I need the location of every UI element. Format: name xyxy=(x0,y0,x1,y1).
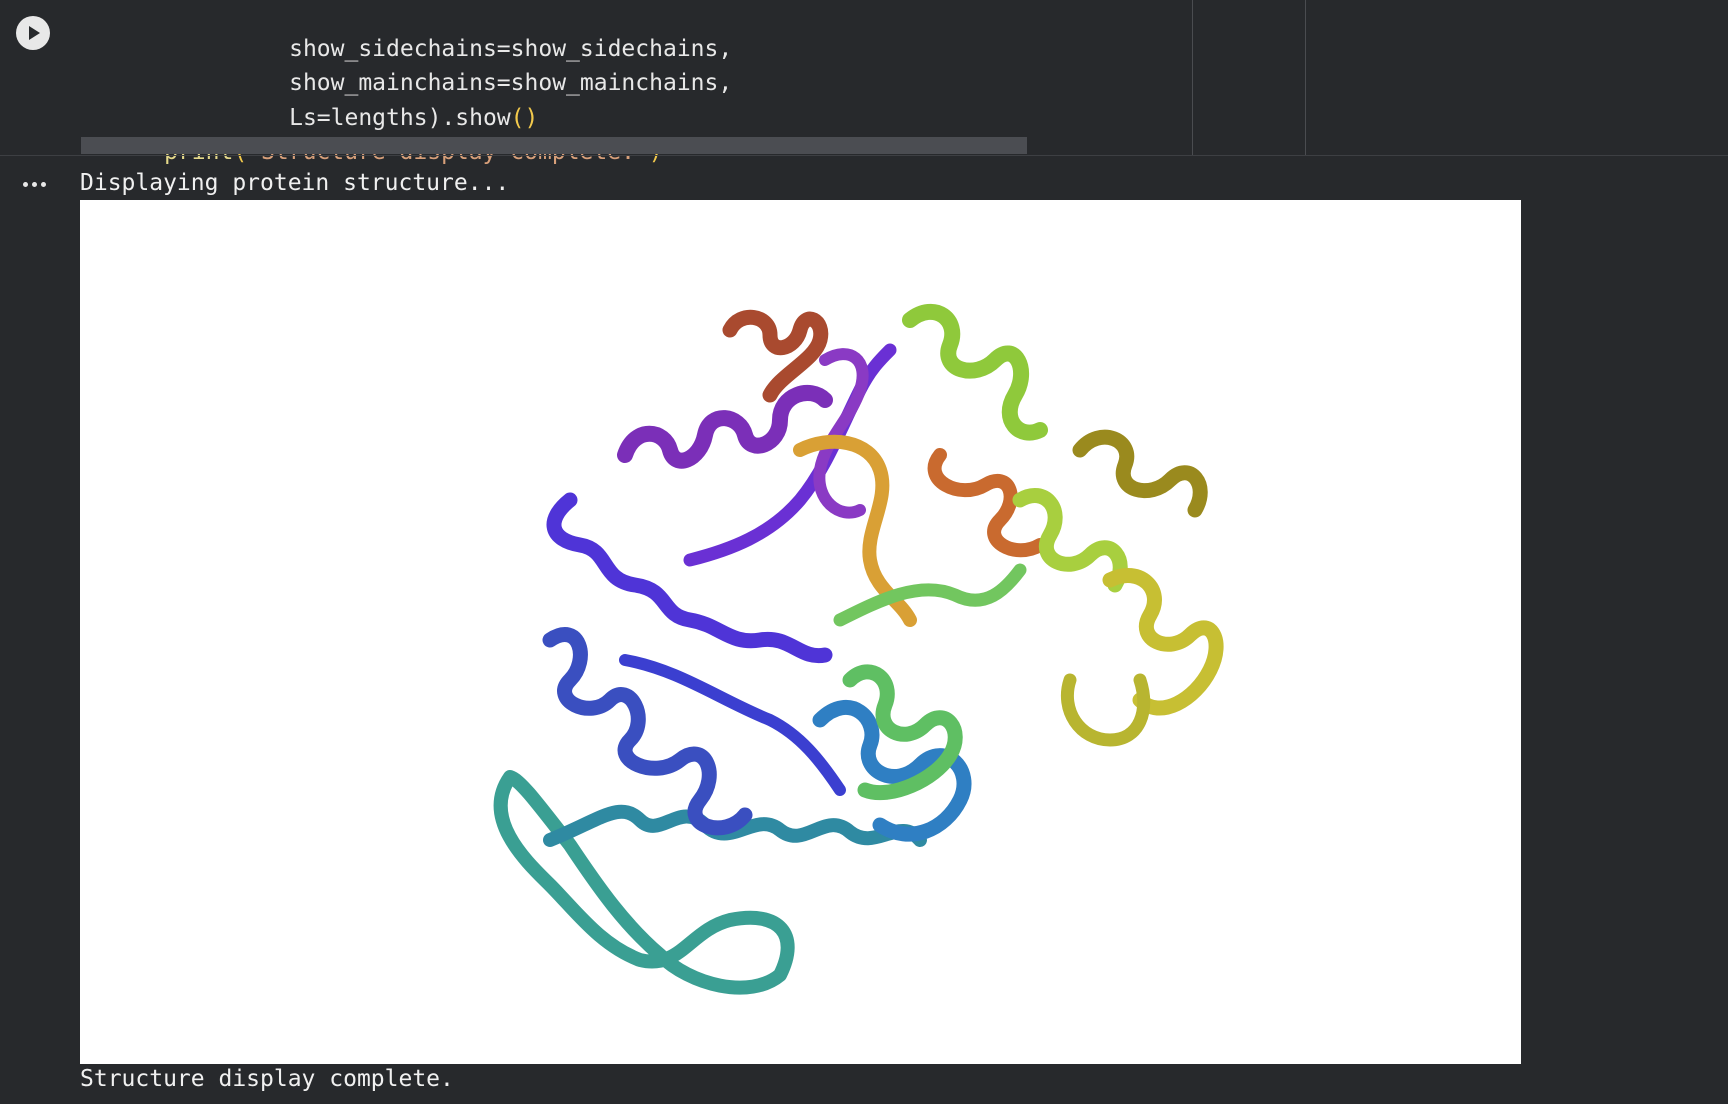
protein-structure-viewer[interactable] xyxy=(80,200,1521,1064)
ribbon-segment-brown-helix xyxy=(722,309,829,403)
more-horizontal-icon-dot-3 xyxy=(40,181,46,187)
ribbon-segment-yellow-helix xyxy=(1102,568,1224,716)
more-horizontal-icon-dot-2 xyxy=(31,181,37,187)
code-editor[interactable]: show_sidechains=show_sidechains, show_ma… xyxy=(0,0,1193,165)
ribbon-segment-purple-loop xyxy=(813,348,869,519)
ribbon-segment-yellow-loop xyxy=(1060,673,1151,747)
ribbon-segment-olive-helix xyxy=(1072,429,1208,518)
cell-divider xyxy=(0,155,1728,156)
ribbon-segment-green-helix-top xyxy=(902,303,1048,441)
cell-side-panel xyxy=(1192,0,1306,155)
output-line-1: Displaying protein structure... xyxy=(80,170,510,196)
horizontal-scrollbar[interactable] xyxy=(81,137,1027,154)
play-icon xyxy=(29,26,40,40)
ribbon-segment-green-sheet xyxy=(833,563,1027,627)
output-menu-button[interactable] xyxy=(19,172,49,196)
more-horizontal-icon xyxy=(22,181,28,187)
code-cell: show_sidechains=show_sidechains, show_ma… xyxy=(0,0,1728,165)
output-line-2: Structure display complete. xyxy=(80,1066,454,1092)
run-cell-button[interactable] xyxy=(16,16,50,50)
protein-ribbon-render xyxy=(493,303,1224,995)
